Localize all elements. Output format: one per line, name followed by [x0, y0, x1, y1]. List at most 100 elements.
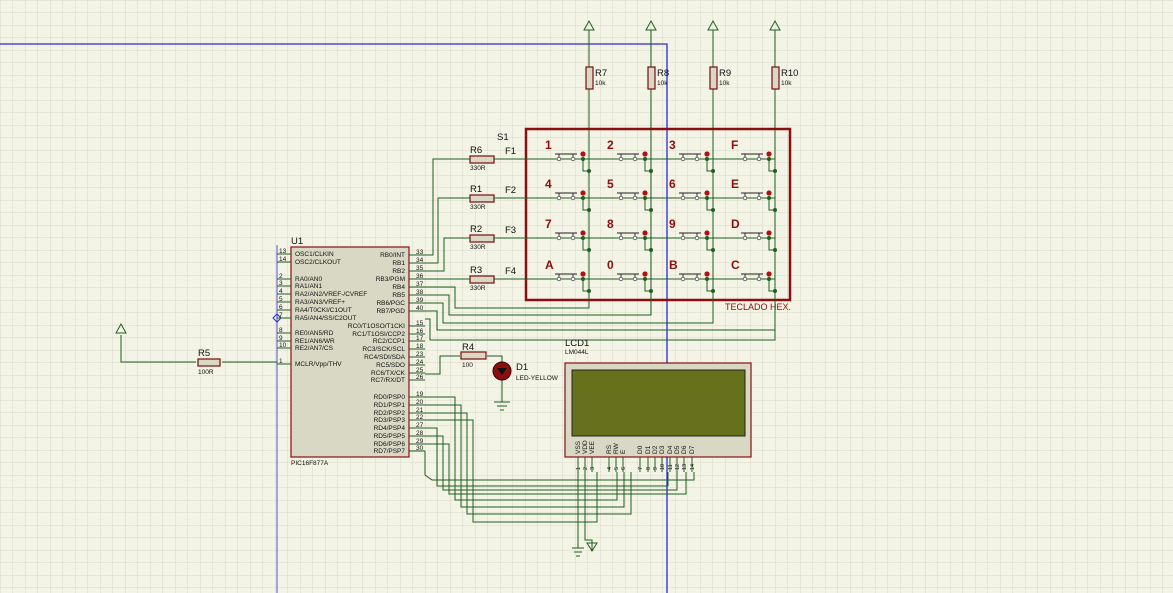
key-contact-icon [642, 190, 648, 196]
pullup-value: 10k [719, 80, 730, 87]
row-resistor-r2[interactable] [469, 234, 495, 243]
lcd-pin-num: 11 [668, 464, 674, 470]
lcd-pin-name: D2 [652, 445, 659, 454]
mcu-pin-name: RB4 [392, 284, 405, 291]
mcu-pin-num: 26 [416, 374, 424, 381]
row-net-label: F3 [505, 225, 516, 236]
mcu-pin-num: 5 [279, 296, 283, 303]
key-terminal-icon [570, 156, 576, 162]
mcu-pin-num: 25 [416, 367, 424, 374]
mcu-pin-num: 34 [416, 257, 424, 264]
mcu-pin-name: RB0/INT [380, 252, 405, 259]
key-contact-icon [580, 151, 586, 157]
mcu-pin-name: RD1/PSP1 [374, 402, 406, 409]
key-contact-icon [580, 230, 586, 236]
lcd-pin-name: D6 [681, 445, 688, 454]
mcu-pin-num: 20 [416, 399, 424, 406]
key-label: F [731, 138, 738, 152]
pullup-resistor-r10[interactable] [771, 66, 780, 90]
key-terminal-icon [618, 195, 624, 201]
mcu-pin-name: OSC2/CLKOUT [295, 259, 341, 266]
key-terminal-icon [618, 276, 624, 282]
key-terminal-icon [632, 156, 638, 162]
mcu-ref: U1 [291, 236, 303, 247]
row-resistor-r3[interactable] [469, 275, 495, 284]
key-label: 0 [607, 258, 614, 272]
key-label: 9 [669, 217, 676, 231]
r5-resistor[interactable] [197, 358, 221, 367]
mcu-pin-name: RD0/PSP0 [374, 394, 406, 401]
r4-value: 100 [462, 362, 473, 369]
mcu-pin-num: 6 [279, 304, 283, 311]
key-terminal-icon [556, 195, 562, 201]
mcu-pin-name: RB2 [392, 268, 405, 275]
mcu-pin-num: 36 [416, 273, 424, 280]
key-contact-icon [766, 190, 772, 196]
key-contact-icon [642, 230, 648, 236]
lcd-pin-name: D3 [659, 445, 666, 454]
mcu-pin-num: 2 [279, 273, 283, 280]
key-terminal-icon [556, 276, 562, 282]
lcd-pin-num: 5 [614, 467, 620, 470]
lcd-pin-name: VSS [575, 440, 582, 454]
lcd-pin-name: E [620, 449, 627, 454]
pullup-resistor-r7[interactable] [585, 66, 594, 90]
mcu-pin-num: 21 [416, 407, 424, 414]
lcd-part: LM044L [565, 349, 589, 356]
key-terminal-icon [556, 235, 562, 241]
lcd-pin-name: D4 [667, 445, 674, 454]
mcu-pin-num: 16 [416, 328, 424, 335]
row-resistor-r1[interactable] [469, 194, 495, 203]
key-label: A [545, 258, 554, 272]
mcu-pin-num: 38 [416, 289, 424, 296]
lcd-pin-name: D1 [645, 445, 652, 454]
mcu-pin-num: 10 [279, 342, 287, 349]
pullup-ref: R10 [781, 68, 798, 79]
r5-value: 100R [198, 369, 214, 376]
key-terminal-icon [570, 276, 576, 282]
pullup-ref: R8 [657, 68, 669, 79]
mcu-pin-name: RB5 [392, 292, 405, 299]
row-res-ref: R1 [470, 184, 482, 195]
key-terminal-icon [756, 156, 762, 162]
key-label: 5 [607, 177, 614, 191]
mcu-pin-name: RE1/AN6/WR [295, 338, 335, 345]
mcu-pin-name: RC2/CCP1 [373, 338, 406, 345]
lcd-pin-num: 4 [607, 467, 613, 470]
key-terminal-icon [556, 156, 562, 162]
mcu-pin-name: RB3/PGM [376, 276, 405, 283]
key-terminal-icon [742, 195, 748, 201]
key-terminal-icon [680, 276, 686, 282]
schematic-canvas: R710kR810kR910kR1010k S1 TECLADO HEX. 12… [0, 0, 1173, 593]
led-part: LED-YELLOW [516, 375, 559, 382]
row-resistor-r6[interactable] [469, 155, 495, 164]
keypad-ref: S1 [497, 132, 509, 143]
pullup-resistor-r9[interactable] [709, 66, 718, 90]
r4-resistor[interactable] [460, 351, 487, 360]
key-label: 1 [545, 138, 552, 152]
mcu-pin-num: 27 [416, 422, 424, 429]
pullup-value: 10k [657, 80, 668, 87]
mcu-pin-num: 13 [279, 248, 287, 255]
mcu-pin-name: RA2/AN2/VREF-/CVREF [295, 291, 367, 298]
key-terminal-icon [618, 235, 624, 241]
key-terminal-icon [680, 195, 686, 201]
mcu-pin-name: RD5/PSP5 [374, 433, 406, 440]
led-ref: D1 [516, 362, 528, 373]
mcu-pin-name: RA3/AN3/VREF+ [295, 299, 345, 306]
mcu-pin-name: RE0/AN5/RD [295, 330, 334, 337]
mcu-pin-name: RD4/PSP4 [374, 425, 406, 432]
key-terminal-icon [742, 235, 748, 241]
row-res-value: 330R [470, 165, 486, 172]
mcu-pin-name: RB1 [392, 260, 405, 267]
mcu-pin-name: RC1/T1OSI/CCP2 [352, 331, 405, 338]
key-contact-icon [766, 151, 772, 157]
mcu-pin-name: RB7/PGD [376, 308, 405, 315]
lcd-pin-name: VDD [582, 440, 589, 454]
mcu-pin-num: 35 [416, 265, 424, 272]
mcu-pin-name: RC3/SCK/SCL [362, 346, 405, 353]
lcd-pin-name: VEE [589, 440, 596, 454]
pullup-resistor-r8[interactable] [647, 66, 656, 90]
row-res-ref: R2 [470, 224, 482, 235]
mcu-pin-num: 22 [416, 414, 424, 421]
